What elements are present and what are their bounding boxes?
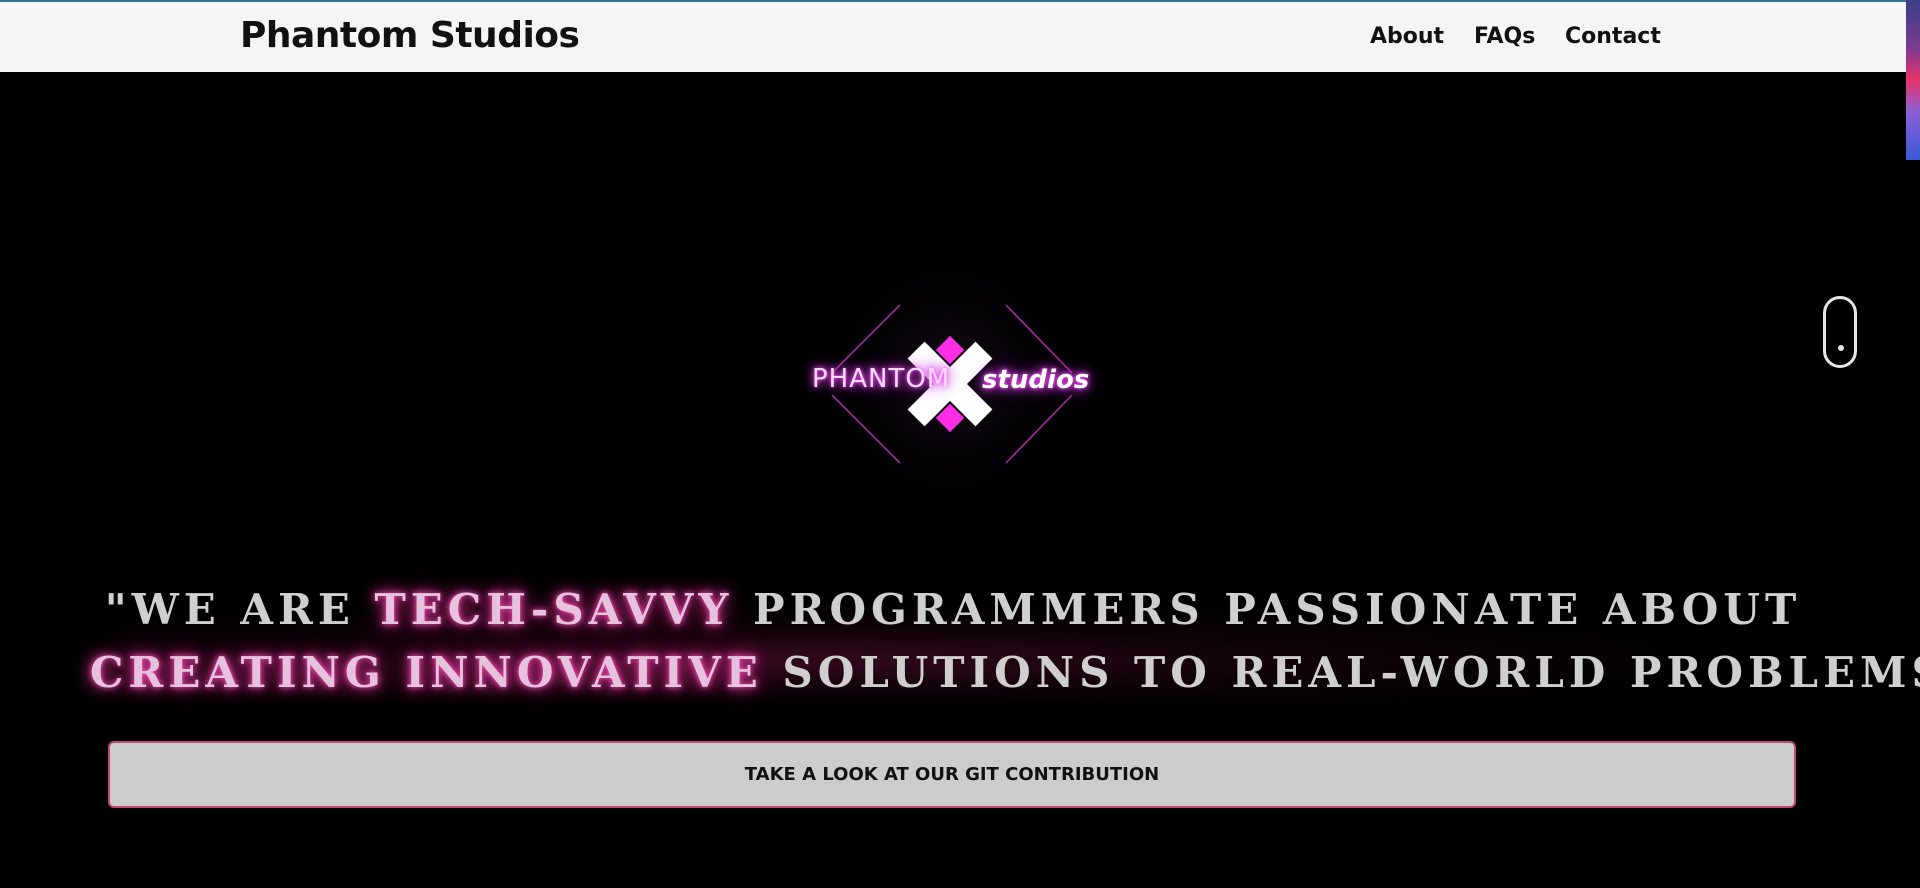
headline-line-1: "We are tech-savvy programmers passionat…: [90, 578, 1816, 641]
headline-text: programmers passionate about: [733, 585, 1802, 634]
mouse-scroll-icon[interactable]: [1823, 296, 1857, 368]
logo-word-studios: studios: [982, 365, 1090, 395]
navbar: Phantom Studios About FAQs Contact: [0, 0, 1906, 72]
nav-link-about[interactable]: About: [1370, 24, 1444, 50]
headline-text: "We are: [104, 585, 375, 634]
page: Phantom Studios About FAQs Contact PHANT…: [0, 0, 1920, 888]
hero-logo: PHANTOM studios: [760, 210, 1140, 550]
scrollbar-thumb[interactable]: [1906, 0, 1920, 160]
top-border-line: [0, 0, 1906, 2]
headline-highlight: tech-savvy: [374, 585, 734, 634]
nav-link-contact[interactable]: Contact: [1565, 24, 1661, 50]
headline-highlight: creating innovative: [90, 648, 763, 697]
hero-headline: "We are tech-savvy programmers passionat…: [90, 578, 1920, 704]
logo-word-phantom: PHANTOM: [812, 364, 951, 394]
brand-title[interactable]: Phantom Studios: [240, 16, 580, 56]
nav-link-faqs[interactable]: FAQs: [1474, 24, 1535, 50]
headline-line-2: creating innovative solutions to real-wo…: [90, 641, 1920, 704]
git-contribution-button[interactable]: TAKE A LOOK AT OUR GIT CONTRIBUTION: [108, 741, 1796, 808]
headline-text: solutions to real-world problems.: [762, 648, 1920, 697]
scroll-dot: [1838, 345, 1844, 351]
